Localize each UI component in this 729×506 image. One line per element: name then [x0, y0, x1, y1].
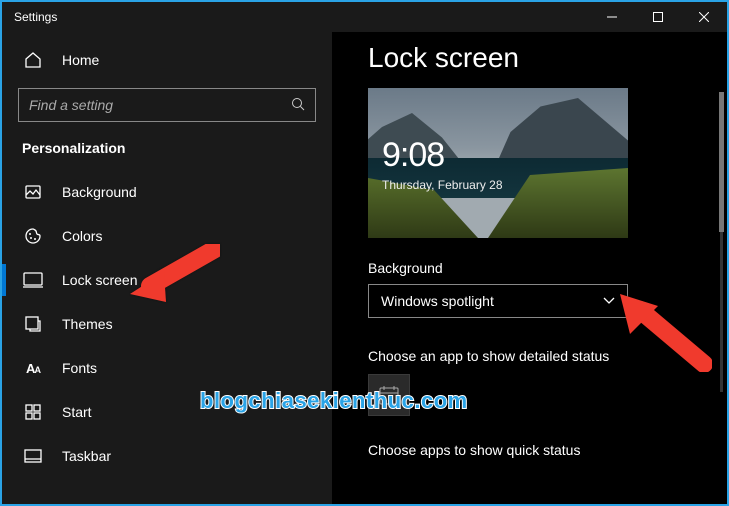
background-label: Background — [368, 260, 727, 276]
home-nav[interactable]: Home — [2, 38, 332, 82]
window-controls — [589, 2, 727, 32]
search-icon — [291, 97, 305, 114]
sidebar-item-lock-screen[interactable]: Lock screen — [2, 258, 332, 302]
category-label: Personalization — [2, 132, 332, 170]
home-icon — [22, 49, 44, 71]
search-placeholder: Find a setting — [29, 97, 113, 113]
sidebar-item-label: Colors — [62, 228, 102, 244]
maximize-button[interactable] — [635, 2, 681, 32]
lock-screen-preview[interactable]: 9:08 Thursday, February 28 — [368, 88, 628, 238]
search-input[interactable]: Find a setting — [18, 88, 316, 122]
preview-time: 9:08 — [382, 136, 444, 175]
sidebar-item-label: Fonts — [62, 360, 97, 376]
dropdown-value: Windows spotlight — [381, 293, 494, 309]
palette-icon — [22, 225, 44, 247]
sidebar-item-label: Start — [62, 404, 92, 420]
start-icon — [22, 401, 44, 423]
sidebar-item-taskbar[interactable]: Taskbar — [2, 434, 332, 478]
image-icon — [22, 181, 44, 203]
themes-icon — [22, 313, 44, 335]
sidebar-item-label: Themes — [62, 316, 113, 332]
page-title: Lock screen — [368, 42, 727, 74]
home-label: Home — [62, 52, 99, 68]
fonts-icon: AA — [22, 357, 44, 379]
sidebar-item-label: Taskbar — [62, 448, 111, 464]
content-pane: Lock screen 9:08 Thursday, February 28 B… — [332, 32, 727, 504]
scrollbar-thumb[interactable] — [719, 92, 724, 232]
lock-screen-icon — [22, 269, 44, 291]
taskbar-icon — [22, 445, 44, 467]
sidebar-item-colors[interactable]: Colors — [2, 214, 332, 258]
sidebar-item-start[interactable]: Start — [2, 390, 332, 434]
sidebar-item-themes[interactable]: Themes — [2, 302, 332, 346]
background-dropdown[interactable]: Windows spotlight — [368, 284, 628, 318]
window-title: Settings — [14, 10, 57, 24]
sidebar-item-label: Background — [62, 184, 137, 200]
sidebar-item-fonts[interactable]: AA Fonts — [2, 346, 332, 390]
chevron-down-icon — [603, 294, 615, 308]
close-button[interactable] — [681, 2, 727, 32]
minimize-button[interactable] — [589, 2, 635, 32]
quick-status-label: Choose apps to show quick status — [368, 442, 727, 458]
detailed-status-label: Choose an app to show detailed status — [368, 348, 727, 364]
calendar-icon — [378, 384, 400, 406]
detailed-status-app-slot[interactable] — [368, 374, 410, 416]
titlebar: Settings — [2, 2, 727, 32]
sidebar-item-label: Lock screen — [62, 272, 137, 288]
sidebar: Home Find a setting Personalization Back… — [2, 32, 332, 504]
sidebar-item-background[interactable]: Background — [2, 170, 332, 214]
preview-date: Thursday, February 28 — [382, 178, 503, 192]
